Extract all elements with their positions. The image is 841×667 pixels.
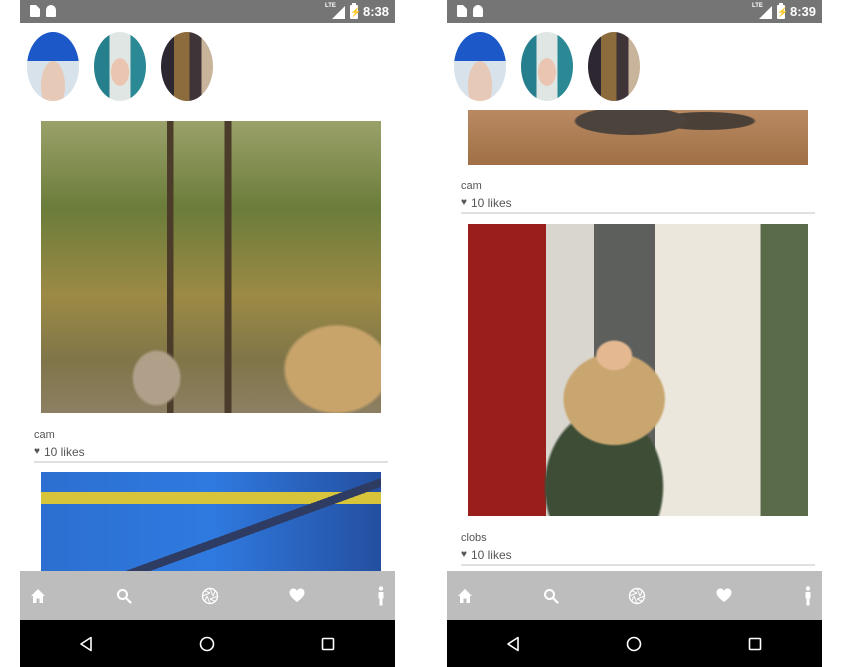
story-avatar-3[interactable] [161, 32, 213, 101]
post-photo[interactable] [41, 472, 381, 571]
feed[interactable]: cam ♥ 10 likes [20, 108, 395, 571]
like-heart-icon[interactable]: ♥ [461, 196, 467, 210]
notification-document-icon [457, 5, 467, 17]
search-icon[interactable] [531, 571, 571, 620]
recents-icon[interactable] [308, 620, 348, 667]
status-bar: LTE 8:39 [447, 0, 822, 23]
feed[interactable]: cam ♥ 10 likes clobs ♥ 10 likes [447, 108, 822, 571]
story-avatar-1[interactable] [454, 32, 506, 101]
post-username[interactable]: cam [34, 428, 388, 442]
battery-icon [349, 2, 358, 19]
post-caption: clobs ♥ 10 likes [461, 531, 815, 566]
recents-icon[interactable] [735, 620, 775, 667]
post-photo[interactable] [468, 110, 808, 165]
profile-icon[interactable] [788, 571, 822, 620]
home-icon[interactable] [20, 571, 58, 620]
likes-count: 10 likes [470, 548, 512, 562]
search-icon[interactable] [104, 571, 144, 620]
post-photo[interactable] [41, 121, 381, 413]
post-caption: cam ♥ 10 likes [461, 179, 815, 214]
battery-icon [776, 2, 785, 19]
phone-screen-right: LTE 8:39 cam ♥ 10 likes clobs ♥ 10 likes [447, 0, 822, 667]
bottom-nav [20, 571, 395, 620]
story-avatar-2[interactable] [94, 32, 146, 101]
post-username[interactable]: clobs [461, 531, 815, 545]
camera-aperture-icon[interactable] [617, 571, 657, 620]
status-time: 8:38 [362, 4, 389, 19]
back-icon[interactable] [66, 620, 106, 667]
status-bar: LTE 8:38 [20, 0, 395, 23]
home-circle-icon[interactable] [187, 620, 227, 667]
system-nav-bar [20, 620, 395, 667]
back-icon[interactable] [493, 620, 533, 667]
post-photo[interactable] [468, 224, 808, 516]
camera-aperture-icon[interactable] [190, 571, 230, 620]
post-username[interactable]: cam [461, 179, 815, 193]
signal-icon: LTE [752, 3, 772, 19]
post-likes: ♥ 10 likes [34, 445, 388, 459]
heart-icon[interactable] [704, 571, 744, 620]
notification-android-icon [473, 5, 483, 17]
like-heart-icon[interactable]: ♥ [461, 548, 467, 562]
post-divider [34, 461, 388, 463]
post-divider [461, 564, 815, 566]
post-likes: ♥ 10 likes [461, 196, 815, 210]
heart-icon[interactable] [277, 571, 317, 620]
stories-row [447, 32, 822, 104]
story-avatar-2[interactable] [521, 32, 573, 101]
like-heart-icon[interactable]: ♥ [34, 445, 40, 459]
status-right-group: LTE 8:39 [752, 0, 816, 23]
story-avatar-3[interactable] [588, 32, 640, 101]
post-likes: ♥ 10 likes [461, 548, 815, 562]
likes-count: 10 likes [43, 445, 85, 459]
system-nav-bar [447, 620, 822, 667]
stories-row [20, 32, 395, 104]
home-circle-icon[interactable] [614, 620, 654, 667]
notification-android-icon [46, 5, 56, 17]
phone-screen-left: LTE 8:38 cam ♥ 10 likes [20, 0, 395, 667]
post-caption: cam ♥ 10 likes [34, 428, 388, 463]
story-avatar-1[interactable] [27, 32, 79, 101]
post-divider [461, 212, 815, 214]
status-time: 8:39 [789, 4, 816, 19]
home-icon[interactable] [447, 571, 485, 620]
likes-count: 10 likes [470, 196, 512, 210]
signal-icon: LTE [325, 3, 345, 19]
status-right-group: LTE 8:38 [325, 0, 389, 23]
profile-icon[interactable] [361, 571, 395, 620]
bottom-nav [447, 571, 822, 620]
notification-document-icon [30, 5, 40, 17]
